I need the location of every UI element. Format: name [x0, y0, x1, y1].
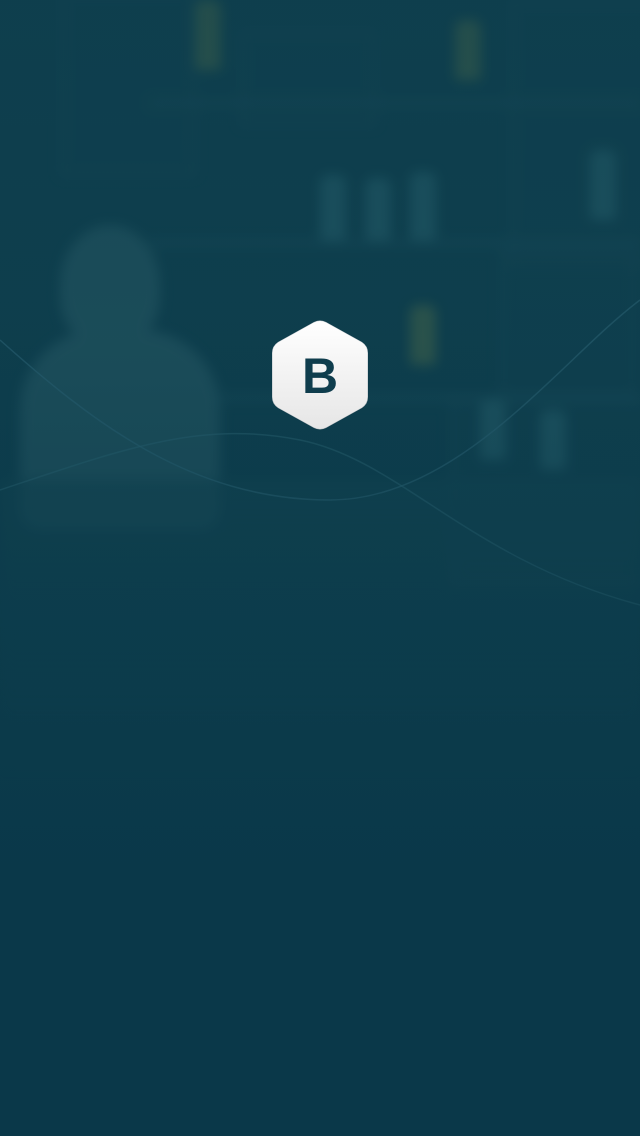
- logo-letter: B: [301, 348, 339, 404]
- hexagon-b-logo-icon: B: [270, 319, 370, 431]
- splash-screen: B: [0, 0, 640, 1136]
- background-overlay: [0, 0, 640, 1136]
